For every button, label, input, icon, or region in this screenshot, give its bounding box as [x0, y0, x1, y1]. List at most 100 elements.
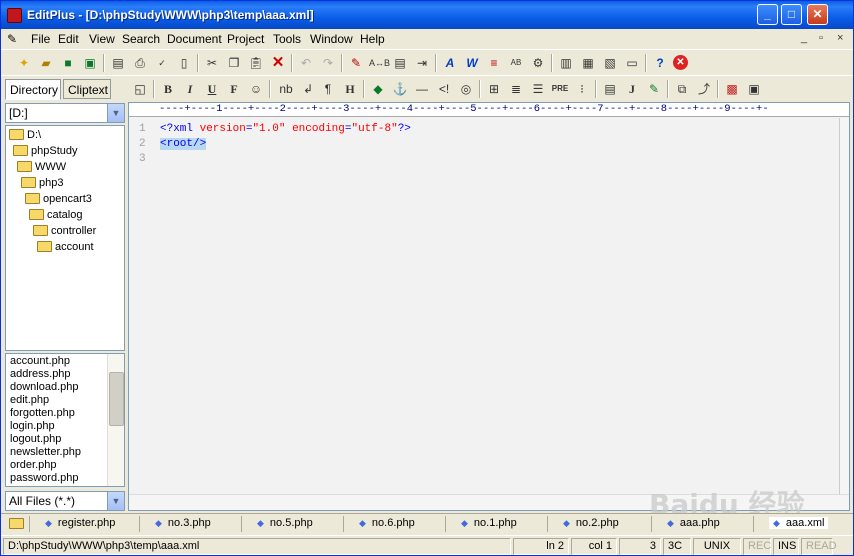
image-icon[interactable]: ◆: [369, 80, 387, 98]
preview-icon[interactable]: ◱: [131, 80, 149, 98]
file-item[interactable]: address.php: [10, 368, 71, 380]
folder-icon[interactable]: [9, 518, 24, 529]
center-icon[interactable]: ≣: [507, 80, 525, 98]
tree-item-catalog[interactable]: catalog: [29, 209, 82, 225]
frame-icon[interactable]: ⧉: [673, 80, 691, 98]
doc-tab-no5[interactable]: ◆ no.5.php: [257, 517, 313, 529]
save-all-icon[interactable]: ▣: [81, 54, 99, 72]
fullscreen-icon[interactable]: ▭: [623, 54, 641, 72]
menu-edit[interactable]: Edit: [58, 32, 79, 46]
doc-tab-no6[interactable]: ◆ no.6.php: [359, 517, 415, 529]
copy-icon[interactable]: ❐: [225, 54, 243, 72]
find-in-files-icon[interactable]: ▤: [391, 54, 409, 72]
file-item[interactable]: password.php: [10, 472, 79, 484]
doc-icon[interactable]: ✎: [7, 32, 17, 46]
heading-icon[interactable]: H: [341, 80, 359, 98]
mdi-close-button[interactable]: ×: [837, 32, 843, 44]
horizontal-rule-icon[interactable]: —: [413, 80, 431, 98]
special-char-icon[interactable]: ◎: [457, 80, 475, 98]
print-icon[interactable]: ⎙: [131, 54, 149, 72]
editor-vertical-scrollbar[interactable]: [839, 118, 849, 496]
directory-window-icon[interactable]: ▥: [557, 54, 575, 72]
file-item[interactable]: forgotten.php: [10, 407, 75, 419]
doc-tab-register[interactable]: ◆ register.php: [45, 517, 115, 529]
settings-icon[interactable]: ⚙: [529, 54, 547, 72]
php-icon[interactable]: ✎: [645, 80, 663, 98]
javascript-icon[interactable]: J: [623, 80, 641, 98]
minimize-button[interactable]: _: [757, 4, 778, 25]
spellcheck-icon[interactable]: ✓: [153, 54, 171, 72]
list-icon[interactable]: ⁝: [573, 80, 591, 98]
tree-item-controller[interactable]: controller: [33, 225, 96, 241]
tree-item-opencart3[interactable]: opencart3: [25, 193, 92, 209]
open-file-icon[interactable]: ▰: [37, 54, 55, 72]
anchor-icon[interactable]: ⚓: [391, 80, 409, 98]
new-file-icon[interactable]: ✦: [15, 54, 33, 72]
drive-select[interactable]: [D:] ▼: [5, 103, 125, 123]
editplus-app-icon[interactable]: [7, 8, 22, 23]
chevron-down-icon[interactable]: ▼: [107, 104, 124, 122]
file-item[interactable]: logout.php: [10, 433, 61, 445]
find-icon[interactable]: ✎: [347, 54, 365, 72]
nbsp-icon[interactable]: nb: [275, 80, 297, 98]
goto-icon[interactable]: ⇥: [413, 54, 431, 72]
doc-tab-no1[interactable]: ◆ no.1.php: [461, 517, 517, 529]
tree-item-account[interactable]: account: [37, 241, 94, 257]
stop-icon[interactable]: ✕: [673, 55, 688, 70]
undo-icon[interactable]: ↶: [297, 54, 315, 72]
color-picker-icon[interactable]: ▩: [723, 80, 741, 98]
form-icon[interactable]: ▤: [601, 80, 619, 98]
status-ins[interactable]: INS: [773, 538, 799, 555]
font-tag-icon[interactable]: F: [225, 80, 243, 98]
replace-icon[interactable]: A↔B: [369, 54, 390, 72]
file-item[interactable]: account.php: [10, 355, 70, 367]
menu-view[interactable]: View: [89, 32, 115, 46]
pre-icon[interactable]: PRE: [551, 80, 569, 98]
maximize-button[interactable]: □: [781, 4, 802, 25]
status-eol[interactable]: UNIX: [693, 538, 741, 555]
chevron-down-icon[interactable]: ▼: [107, 492, 124, 510]
doc-tab-no3[interactable]: ◆ no.3.php: [155, 517, 211, 529]
bold-icon[interactable]: B: [159, 80, 177, 98]
tree-item-d[interactable]: D:\: [9, 129, 41, 145]
font-icon[interactable]: A: [441, 54, 459, 72]
doc-tab-aaa-php[interactable]: ◆ aaa.php: [667, 517, 720, 529]
close-button[interactable]: ✕: [807, 4, 828, 25]
mdi-restore-button[interactable]: ▫: [819, 32, 823, 44]
table-icon[interactable]: ⊞: [485, 80, 503, 98]
italic-icon[interactable]: I: [181, 80, 199, 98]
layer-icon[interactable]: ⤴: [695, 80, 713, 98]
file-item[interactable]: order.php: [10, 459, 56, 471]
menu-file[interactable]: File: [31, 32, 50, 46]
delete-icon[interactable]: ✕: [269, 54, 287, 72]
menu-tools[interactable]: Tools: [273, 32, 301, 46]
color-icon[interactable]: ☺: [247, 80, 265, 98]
ruler-icon[interactable]: AB: [507, 54, 525, 72]
browser-window-icon[interactable]: ▣: [745, 80, 763, 98]
redo-icon[interactable]: ↷: [319, 54, 337, 72]
file-filter-select[interactable]: All Files (*.*) ▼: [5, 491, 125, 511]
editor-pane[interactable]: ----+----1----+----2----+----3----+----4…: [128, 102, 850, 511]
code-line-1[interactable]: <?xml version="1.0" encoding="utf-8"?>: [160, 123, 411, 135]
comment-icon[interactable]: <!: [435, 80, 453, 98]
paste-icon[interactable]: 📋︎: [247, 54, 265, 72]
menu-project[interactable]: Project: [227, 32, 264, 46]
tree-item-www[interactable]: WWW: [17, 161, 66, 177]
file-item[interactable]: newsletter.php: [10, 446, 81, 458]
align-icon[interactable]: ☰: [529, 80, 547, 98]
file-item[interactable]: download.php: [10, 381, 79, 393]
mdi-minimize-button[interactable]: _: [801, 32, 807, 44]
menu-search[interactable]: Search: [122, 32, 160, 46]
browser-view-icon[interactable]: ▯: [175, 54, 193, 72]
doc-tab-aaa-xml[interactable]: ◆ aaa.xml: [769, 517, 829, 529]
status-read[interactable]: READ: [801, 538, 837, 555]
title-bar[interactable]: EditPlus - [D:\phpStudy\WWW\php3\temp\aa…: [1, 1, 853, 29]
code-line-2[interactable]: <root/>: [160, 138, 207, 150]
tree-item-phpstudy[interactable]: phpStudy: [13, 145, 77, 161]
tab-directory[interactable]: Directory: [5, 79, 61, 100]
cut-icon[interactable]: ✂: [203, 54, 221, 72]
save-icon[interactable]: ■: [59, 54, 77, 72]
menu-help[interactable]: Help: [360, 32, 385, 46]
menu-document[interactable]: Document: [167, 32, 222, 46]
paragraph-icon[interactable]: ¶: [319, 80, 337, 98]
